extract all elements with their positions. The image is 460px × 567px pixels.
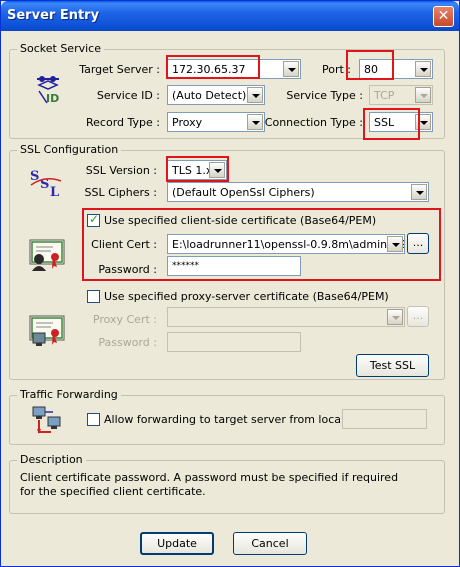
- network-id-icon: ID: [33, 71, 63, 105]
- server-entry-window: Server Entry ✕ Socket Service ID Target …: [0, 0, 460, 567]
- chevron-down-icon[interactable]: [415, 61, 431, 77]
- chevron-down-icon[interactable]: [247, 87, 263, 103]
- chevron-down-icon: [387, 309, 403, 325]
- chevron-down-icon[interactable]: [411, 184, 427, 200]
- cancel-button[interactable]: Cancel: [233, 532, 307, 555]
- certificate-proxy-icon: [27, 313, 67, 347]
- traffic-forwarding-label: Traffic Forwarding: [17, 388, 121, 401]
- description-text-line2: for the specified client certificate.: [20, 485, 206, 498]
- ssl-version-label: SSL Version :: [85, 164, 157, 177]
- service-type-label: Service Type :: [286, 89, 363, 102]
- service-type-value: TCP: [374, 89, 395, 102]
- service-id-value: (Auto Detect): [172, 89, 247, 102]
- close-icon: ✕: [437, 8, 450, 24]
- update-button[interactable]: Update: [140, 532, 214, 555]
- proxy-cert-check-label: Use specified proxy-server certificate (…: [104, 290, 389, 303]
- service-id-combo[interactable]: (Auto Detect): [167, 85, 265, 105]
- ssl-ciphers-label: SSL Ciphers :: [84, 186, 157, 199]
- service-id-label: Service ID :: [96, 89, 160, 102]
- connection-type-label: Connection Type :: [264, 116, 363, 129]
- proxy-cert-browse-button: ...: [407, 306, 429, 327]
- target-server-label: Target Server :: [79, 63, 160, 76]
- proxy-password-field: [167, 332, 301, 352]
- proxy-cert-label: Proxy Cert :: [92, 313, 157, 326]
- window-title: Server Entry: [7, 8, 100, 23]
- description-label: Description: [17, 453, 86, 466]
- description-text-line1: Client certificate password. A password …: [20, 471, 399, 484]
- test-ssl-button[interactable]: Test SSL: [356, 354, 429, 377]
- ssl-logo-icon: S S L: [29, 167, 65, 200]
- ssl-ciphers-combo[interactable]: (Default OpenSsl Ciphers): [167, 182, 429, 202]
- allow-forwarding-checkbox[interactable]: [87, 413, 100, 426]
- proxy-cert-checkbox[interactable]: [87, 290, 100, 303]
- record-type-value: Proxy: [172, 116, 203, 129]
- close-button[interactable]: ✕: [433, 6, 454, 27]
- record-type-combo[interactable]: Proxy: [167, 112, 265, 132]
- svg-text:ID: ID: [46, 92, 59, 105]
- title-bar: Server Entry ✕: [1, 1, 459, 31]
- chevron-down-icon[interactable]: [283, 61, 299, 77]
- highlight-target-server: [166, 55, 260, 79]
- chevron-down-icon: [415, 87, 431, 103]
- network-forward-icon: [31, 405, 63, 439]
- ssl-configuration-label: SSL Configuration: [17, 143, 122, 156]
- service-type-combo: TCP: [369, 85, 433, 105]
- proxy-cert-combo: [167, 307, 405, 327]
- highlight-client-cert: [82, 208, 441, 281]
- highlight-connection-type: [363, 108, 420, 140]
- local-port-field: [342, 409, 427, 429]
- allow-forwarding-label: Allow forwarding to target server from l…: [104, 413, 378, 426]
- chevron-down-icon[interactable]: [247, 114, 263, 130]
- ssl-ciphers-value: (Default OpenSsl Ciphers): [172, 186, 315, 199]
- highlight-port: [346, 50, 394, 80]
- record-type-label: Record Type :: [86, 116, 160, 129]
- svg-text:L: L: [50, 185, 59, 197]
- proxy-password-label: Password :: [98, 336, 157, 349]
- highlight-ssl-version: [166, 156, 229, 182]
- certificate-user-icon: [27, 237, 67, 271]
- socket-service-label: Socket Service: [17, 42, 104, 55]
